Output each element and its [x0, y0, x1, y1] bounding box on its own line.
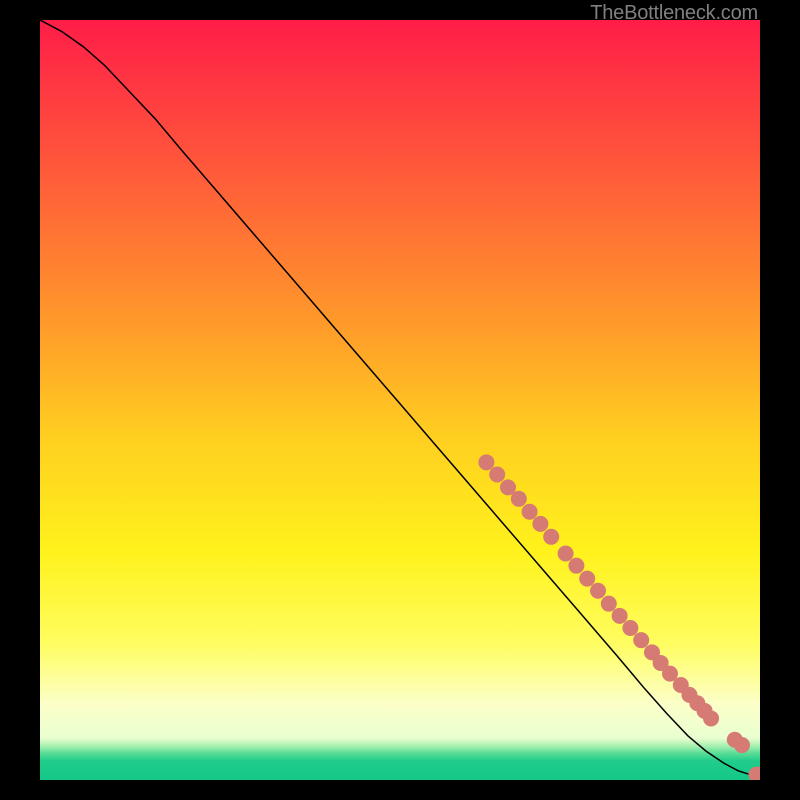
data-point — [489, 466, 505, 482]
heatmap-background — [40, 20, 760, 780]
data-point — [511, 491, 527, 507]
data-point — [633, 632, 649, 648]
data-point — [590, 583, 606, 599]
chart-frame: TheBottleneck.com — [0, 0, 800, 800]
data-point — [734, 737, 750, 753]
data-point — [622, 620, 638, 636]
data-point — [703, 710, 719, 726]
data-point — [612, 608, 628, 624]
bottleneck-chart — [40, 20, 760, 780]
data-point — [568, 558, 584, 574]
data-point — [532, 516, 548, 532]
data-point — [601, 596, 617, 612]
data-point — [558, 546, 574, 562]
data-point — [522, 504, 538, 520]
data-point — [543, 529, 559, 545]
data-point — [579, 571, 595, 587]
data-point — [478, 454, 494, 470]
